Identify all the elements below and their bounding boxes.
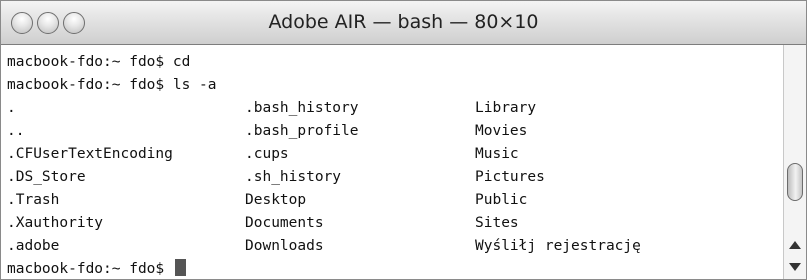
- window-title: Adobe AIR — bash — 80×10: [268, 11, 539, 33]
- prompt-text: macbook-fdo:~ fdo$: [7, 261, 173, 277]
- listing-entry: .Trash: [7, 192, 60, 208]
- listing-entry: .bash_profile: [245, 123, 359, 139]
- listing-entry: Movies: [475, 123, 528, 139]
- listing-entry: Pictures: [475, 169, 545, 185]
- scroll-up-icon[interactable]: [787, 235, 803, 255]
- command-line-cd: macbook-fdo:~ fdo$ cd: [7, 54, 191, 70]
- listing-entry: Music: [475, 146, 519, 162]
- listing-row: .CFUserTextEncoding .cups Music: [7, 143, 777, 166]
- vertical-scrollbar[interactable]: [783, 45, 806, 279]
- listing-entry: Desktop: [245, 192, 307, 208]
- listing-row: . .bash_history Library: [7, 97, 777, 120]
- prompt-line[interactable]: macbook-fdo:~ fdo$: [7, 258, 777, 279]
- listing-entry: Downloads: [245, 238, 324, 254]
- listing-entry: .cups: [245, 146, 289, 162]
- listing-row: .DS_Store .sh_history Pictures: [7, 166, 777, 189]
- listing-entry: .CFUserTextEncoding: [7, 146, 173, 162]
- listing-row: .Xauthority Documents Sites: [7, 212, 777, 235]
- listing-entry: Public: [475, 192, 528, 208]
- listing-entry: Documents: [245, 215, 324, 231]
- listing-entry: Wyśliłj rejestrację: [475, 238, 641, 254]
- listing-entry: Sites: [475, 215, 519, 231]
- listing-entry: .DS_Store: [7, 169, 86, 185]
- listing-entry: .bash_history: [245, 100, 359, 116]
- command-line-ls: macbook-fdo:~ fdo$ ls -a: [7, 77, 217, 93]
- terminal-window: Adobe AIR — bash — 80×10 macbook-fdo:~ f…: [0, 0, 807, 280]
- listing-entry: .: [7, 100, 16, 116]
- listing-row: .Trash Desktop Public: [7, 189, 777, 212]
- listing-entry: .sh_history: [245, 169, 342, 185]
- listing-row: .adobe Downloads Wyśliłj rejestrację: [7, 235, 777, 258]
- title-bar[interactable]: Adobe AIR — bash — 80×10: [1, 1, 806, 45]
- listing-entry: .adobe: [7, 238, 60, 254]
- cursor-block-icon: [174, 259, 186, 276]
- terminal-output[interactable]: macbook-fdo:~ fdo$ cd macbook-fdo:~ fdo$…: [7, 51, 777, 279]
- listing-entry: Library: [475, 100, 537, 116]
- listing-row: .. .bash_profile Movies: [7, 120, 777, 143]
- listing-entry: ..: [7, 123, 25, 139]
- scrollbar-thumb[interactable]: [787, 163, 803, 201]
- scroll-down-icon[interactable]: [787, 257, 803, 277]
- listing-entry: .Xauthority: [7, 215, 104, 231]
